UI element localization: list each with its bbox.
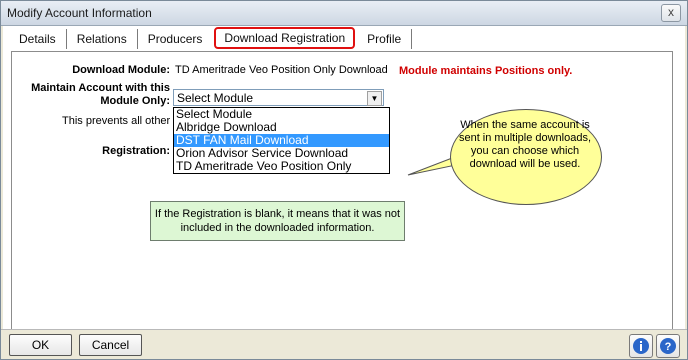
info-button[interactable]	[629, 334, 653, 358]
registration-label: Registration:	[102, 145, 170, 157]
title-bar: Modify Account Information x	[1, 1, 687, 26]
registration-note: If the Registration is blank, it means t…	[150, 201, 405, 241]
client-area: Details Relations Producers Download Reg…	[3, 26, 685, 347]
download-module-value: TD Ameritrade Veo Position Only Download	[175, 64, 388, 76]
positions-only-note: Module maintains Positions only.	[399, 65, 573, 77]
callout-text: When the same account is sent in multipl…	[458, 119, 592, 170]
help-button[interactable]: ?	[656, 334, 680, 358]
module-dropdown-list[interactable]: Select Module Albridge Download DST FAN …	[173, 107, 390, 174]
tab-bar: Details Relations Producers Download Reg…	[9, 27, 413, 49]
ok-button[interactable]: OK	[9, 334, 72, 356]
close-button[interactable]: x	[661, 4, 681, 22]
dropdown-option[interactable]: TD Ameritrade Veo Position Only	[174, 160, 389, 173]
tab-download-registration[interactable]: Download Registration	[214, 27, 356, 49]
window-title: Modify Account Information	[7, 6, 152, 20]
tab-producers[interactable]: Producers	[138, 29, 213, 49]
tab-relations[interactable]: Relations	[67, 29, 138, 49]
download-module-label: Download Module:	[72, 64, 170, 76]
module-select[interactable]: Select Module ▼	[173, 89, 384, 106]
maintain-account-label-line1: Maintain Account with this	[31, 82, 170, 94]
svg-text:?: ?	[665, 341, 672, 353]
chevron-down-icon[interactable]: ▼	[367, 91, 382, 106]
prevents-text: This prevents all other D	[62, 115, 182, 127]
download-registration-panel: Download Module: TD Ameritrade Veo Posit…	[11, 51, 673, 347]
module-select-value: Select Module	[177, 91, 254, 105]
info-icon	[633, 338, 649, 354]
modify-account-window: Modify Account Information x Details Rel…	[0, 0, 688, 360]
cancel-button[interactable]: Cancel	[79, 334, 142, 356]
callout: When the same account is sent in multipl…	[406, 109, 606, 205]
help-icon: ?	[660, 338, 676, 354]
tab-details[interactable]: Details	[9, 29, 67, 49]
maintain-account-label-line2: Module Only:	[100, 95, 170, 107]
button-bar: OK Cancel ?	[1, 329, 687, 359]
tab-profile[interactable]: Profile	[357, 29, 413, 49]
